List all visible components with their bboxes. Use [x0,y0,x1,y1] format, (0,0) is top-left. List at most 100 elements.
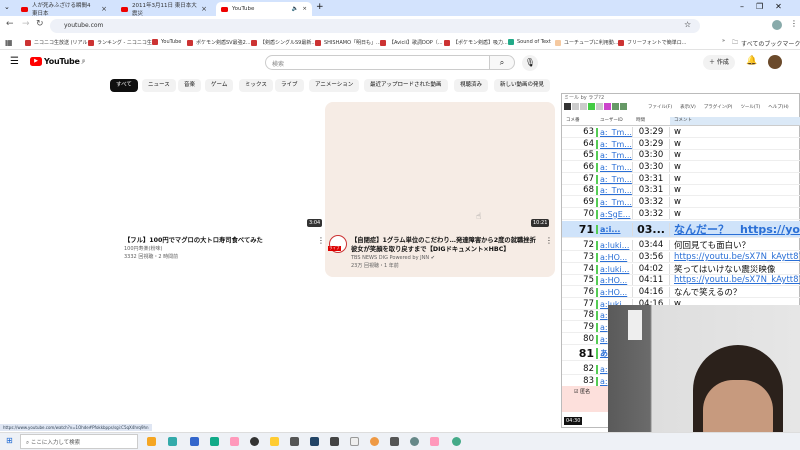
app-icon[interactable] [230,437,239,446]
create-button[interactable]: ＋ 作成 [703,55,735,70]
menu-view[interactable]: 表示(V) [680,104,696,110]
chrome-profile-icon[interactable] [452,437,461,446]
comment-row[interactable]: 64 a:_Tm... 03:29 w [562,139,800,150]
user-id-link[interactable]: a:_Tm... [596,174,632,184]
bookmark[interactable]: ニコニコ生放送 (リアル... [25,39,92,46]
app-icon[interactable] [190,437,199,446]
chip-discover[interactable]: 新しい動画の発見 [494,79,551,92]
tab-1[interactable]: 人が死みふざける瞬間4 東日本 × [16,2,112,17]
obs-icon[interactable] [250,437,259,446]
search-input[interactable]: 検索 [265,55,490,70]
video-card-2[interactable]: ☝ 10:21 ライブ 【自閉症】1グラム単位のこだわり…発達障害から2度の就職… [325,102,555,277]
menu-icon[interactable]: ⋮ [790,19,798,28]
column-user[interactable]: ユーザーID [600,117,636,125]
app-icon[interactable] [290,437,299,446]
more-options-icon[interactable]: ⋮ [317,236,325,245]
apps-icon[interactable]: ▦ [5,38,13,47]
channel-name[interactable]: TBS NEWS DIG Powered by JNN ✔ [351,254,541,262]
settings-icon[interactable] [620,103,627,110]
comment-row[interactable]: 71a:i...03...なんだー？ https://youtu.be/3c [562,221,800,238]
taskbar-search[interactable]: ⌕ ここに入力して検索 [20,434,138,449]
search-button[interactable]: ⌕ [490,55,515,70]
comment-row[interactable]: 72 a:luki... 03:44 何回見ても面白い？ [562,240,800,251]
comment-row[interactable]: 74 a:luki... 04:02 笑ってはいけない震災映像 [562,264,800,275]
user-id-link[interactable]: a:HO... [596,275,632,285]
chip-recently-uploaded[interactable]: 最近アップロードされた動画 [364,79,448,92]
app-icon[interactable] [310,437,319,446]
window-controls[interactable]: –❐✕ [740,2,794,11]
comment-row[interactable]: 68 a:_Tm... 03:31 w [562,185,800,196]
bookmark[interactable]: 【剣盾シングルS9最新... [251,39,316,46]
hamburger-menu-icon[interactable]: ☰ [10,56,19,67]
chip-anime[interactable]: アニメーション [309,79,360,92]
profile-avatar[interactable] [772,20,782,30]
user-avatar[interactable] [768,55,782,69]
more-options-icon[interactable]: ⋮ [545,236,553,245]
app-icon[interactable] [350,437,359,446]
bookmark[interactable]: ポケモン剣盾SV最強2... [187,39,251,46]
tab-2[interactable]: 2011年3月11日 東日本大震災 × [116,2,212,17]
column-time[interactable]: 時間 [636,117,670,125]
channel-name[interactable]: 100円寿楽(粉味) [124,245,314,253]
speaker-icon[interactable]: 🔈 [292,6,299,12]
tab-search-icon[interactable]: ⌄ [4,3,10,11]
bookmark[interactable]: SHISHAMO「明日も」... [315,39,381,46]
address-bar[interactable]: youtube.com [50,19,700,33]
tab-3[interactable]: YouTube 🔈 × [216,2,312,16]
chip-mix[interactable]: ミックス [239,79,273,92]
tool-icon[interactable] [596,103,603,110]
bookmark[interactable]: 【ポケモン剣盾】吸力... [444,39,508,46]
comment-row[interactable]: 73 a:HO... 03:56 https://youtu.be/sX7N_kAyt… [562,252,800,263]
tool-icon[interactable] [612,103,619,110]
comment-row[interactable]: 70 a:SgE... 03:32 w [562,209,800,220]
user-id-link[interactable]: a:SgE... [596,209,632,219]
comment-text[interactable]: なんだー？ https://youtu.be/3c [670,221,800,237]
forward-button[interactable]: → [22,19,30,29]
user-id-link[interactable]: a:i... [596,224,632,234]
save-icon[interactable] [564,103,571,110]
edge-icon[interactable] [210,437,219,446]
windows-start-icon[interactable]: ⊞ [6,436,13,445]
tool-icon[interactable] [572,103,579,110]
chrome-icon[interactable] [370,437,379,446]
menu-plugins[interactable]: プラグイン(P) [704,104,733,110]
bookmark[interactable]: YouTube [152,39,181,45]
comment-row[interactable]: 63 a:_Tm... 03:29 w [562,127,800,138]
bookmark[interactable]: ランキング - ニコニコ生... [88,39,157,46]
chip-live[interactable]: ライブ [275,79,304,92]
voice-search-button[interactable]: 🎙 [522,55,538,71]
close-tab-icon[interactable]: × [302,6,307,12]
bookmark[interactable]: 【Avicii】歌詞DOP（... [380,39,443,46]
new-tab-button[interactable]: + [316,2,324,12]
comment-text[interactable]: https://youtu.be/sX7N_kAytt8? [670,252,800,262]
bookmark-star-icon[interactable]: ☆ [684,20,691,29]
user-id-link[interactable]: a:HO... [596,287,632,297]
close-tab-icon[interactable]: × [101,5,107,13]
app-icon[interactable] [410,437,419,446]
user-id-link[interactable]: a:_Tm... [596,197,632,207]
comment-text[interactable]: https://youtu.be/sX7N_kAytt8? [670,275,800,285]
comment-row[interactable]: 67 a:_Tm... 03:31 w [562,174,800,185]
user-id-link[interactable]: a:_Tm... [596,127,632,137]
bookmark[interactable]: Sound of Text [508,39,551,45]
menu-tools[interactable]: ツール(T) [740,104,760,110]
bookmark[interactable]: ユーチューブに利用動... [555,39,618,46]
user-id-link[interactable]: a:luki... [596,240,632,250]
chip-all[interactable]: すべて [110,79,138,92]
all-bookmarks[interactable]: 🗀 すべてのブックマーク [732,38,800,48]
comment-row[interactable]: 66 a:_Tm... 03:30 w [562,162,800,173]
anonymous-checkbox[interactable]: ☑ 匿名 [574,388,590,395]
user-id-link[interactable]: a:HO... [596,252,632,262]
app-icon[interactable] [168,437,177,446]
tool-icon[interactable] [604,103,611,110]
comment-input-area[interactable]: ☑ 匿名 [562,386,610,412]
reload-button[interactable]: ↻ [36,19,44,29]
notifications-bell-icon[interactable]: 🔔 [746,56,757,66]
comment-row[interactable]: 65 a:_Tm... 03:30 w [562,150,800,161]
user-id-link[interactable]: a:_Tm... [596,150,632,160]
tool-icon[interactable] [588,103,595,110]
menu-help[interactable]: ヘルプ(H) [768,104,788,110]
youtube-logo[interactable]: ▶ YouTube JP [30,57,85,66]
explorer-icon[interactable] [270,437,279,446]
more-bookmarks-icon[interactable]: » [722,38,725,44]
